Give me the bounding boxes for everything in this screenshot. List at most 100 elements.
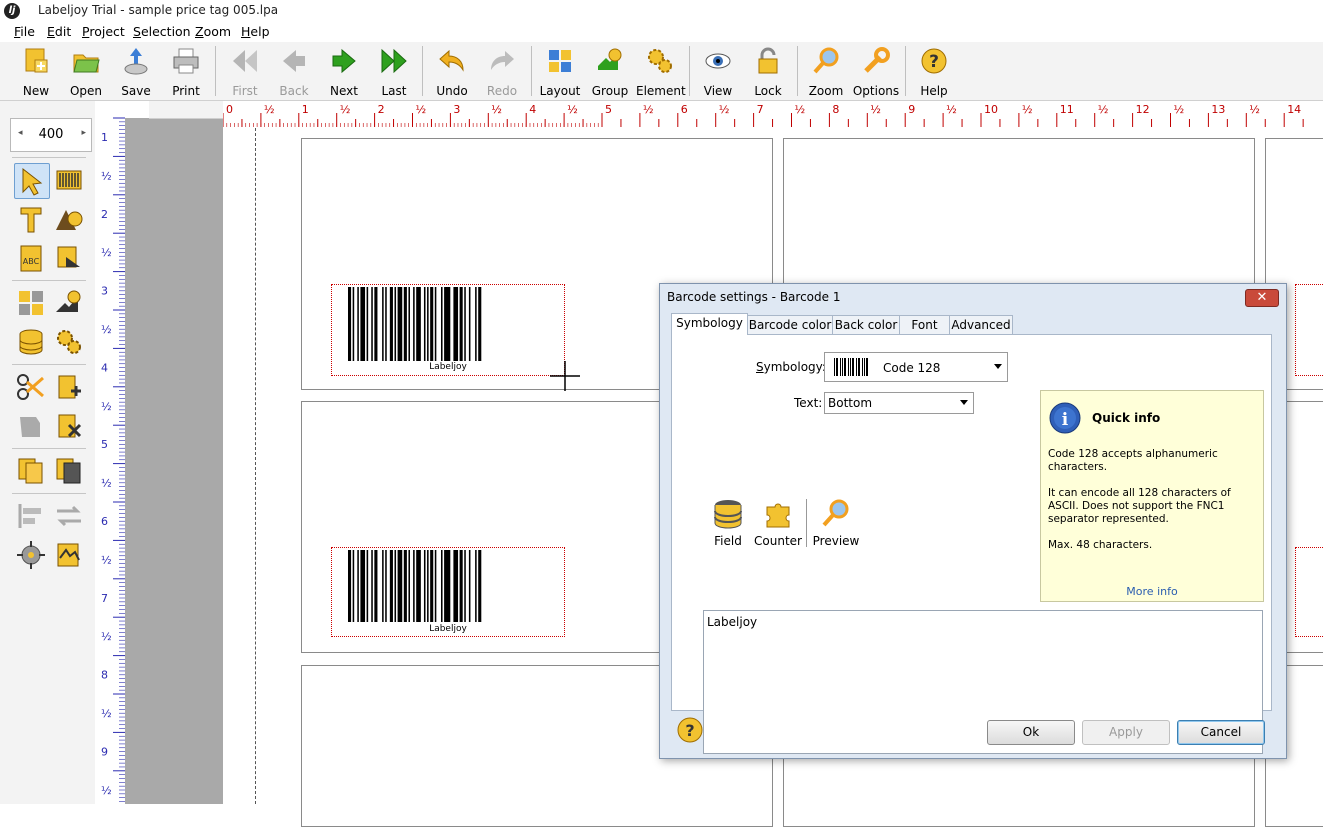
text-position-value: Bottom (828, 396, 873, 410)
barcode-bar (444, 550, 451, 622)
ruler-label: ½ (416, 103, 427, 116)
ruler-label: 5 (101, 438, 108, 451)
align-icon (18, 504, 41, 528)
send-back-tool[interactable] (52, 454, 86, 488)
open-button[interactable]: Open (62, 44, 110, 98)
tab-symbology[interactable]: Symbology (671, 313, 748, 335)
database-tool[interactable] (14, 325, 48, 359)
ok-button[interactable]: Ok (987, 720, 1075, 745)
barcode-text-value: Labeljoy (707, 615, 758, 629)
help-button[interactable]: ? Help (910, 44, 958, 98)
menu-file[interactable]: File (14, 24, 35, 39)
close-button[interactable]: ✕ (1245, 289, 1279, 307)
ruler-label: 7 (101, 592, 108, 605)
barcode-bar (468, 287, 471, 361)
paste-tool[interactable] (52, 370, 86, 404)
menu-zoom[interactable]: Zoom (195, 24, 231, 39)
next-button[interactable]: Next (320, 44, 368, 98)
layout-button[interactable]: Layout (536, 44, 584, 98)
save-button[interactable]: Save (112, 44, 160, 98)
group-icon (598, 48, 622, 70)
text-tool[interactable] (14, 202, 48, 236)
ruler-label: ½ (101, 707, 112, 720)
toolbar-separator (215, 46, 216, 96)
barcode-caption: Labeljoy (429, 362, 467, 372)
image-tool[interactable] (52, 241, 86, 275)
svg-text:?: ? (685, 721, 694, 740)
ruler-label: 5 (605, 103, 612, 116)
ruler-label: 14 (1287, 103, 1301, 116)
back-button[interactable]: Back (270, 44, 318, 98)
apply-button[interactable]: Apply (1082, 720, 1170, 745)
bring-to-front-icon (18, 458, 43, 484)
barcode-element-3[interactable] (1295, 284, 1323, 376)
barcode-element-4[interactable]: Labeljoy (331, 547, 565, 637)
tab-font[interactable]: Font (899, 315, 950, 335)
barcode-bar (416, 550, 421, 622)
menu-edit[interactable]: Edit (47, 24, 71, 39)
select-tool[interactable] (14, 163, 50, 199)
copy-icon (20, 417, 40, 437)
snap-tool[interactable] (52, 538, 86, 572)
tab-advanced[interactable]: Advanced (949, 315, 1013, 335)
print-button[interactable]: Print (162, 44, 210, 98)
cut-tool[interactable] (14, 370, 48, 404)
barcode-bar (478, 550, 482, 622)
menu-help[interactable]: Help (241, 24, 270, 39)
shape-tool[interactable] (52, 202, 86, 236)
lock-button[interactable]: Lock (744, 44, 792, 98)
zoom-increase-icon[interactable]: ▸ (81, 128, 86, 138)
field-button[interactable]: Field (704, 497, 752, 548)
element-settings-tool[interactable] (52, 325, 86, 359)
ruler-label: 9 (908, 103, 915, 116)
last-button[interactable]: Last (370, 44, 418, 98)
text-position-select[interactable]: Bottom (824, 392, 974, 414)
zoom-button[interactable]: Zoom (802, 44, 850, 98)
first-button[interactable]: First (221, 44, 269, 98)
align-tool[interactable] (14, 499, 48, 533)
bring-front-tool[interactable] (14, 454, 48, 488)
group-tool[interactable] (52, 286, 86, 320)
copy-tool[interactable] (14, 409, 48, 443)
quick-info-panel: i Quick info Code 128 accepts alphanumer… (1040, 390, 1264, 602)
ruler-label: ½ (567, 103, 578, 116)
group-icon (56, 290, 81, 312)
help-question-icon[interactable]: ? (676, 716, 704, 744)
barcode-bar (374, 550, 378, 622)
delete-icon (58, 414, 82, 438)
distribute-tool[interactable] (52, 499, 86, 533)
ruler-label: ½ (719, 103, 730, 116)
more-info-link[interactable]: More info (1041, 585, 1263, 598)
gears-icon (57, 330, 81, 354)
delete-tool[interactable] (52, 409, 86, 443)
view-button[interactable]: View (694, 44, 742, 98)
variable-text-tool[interactable]: ABC (14, 241, 48, 275)
cancel-button[interactable]: Cancel (1177, 720, 1265, 745)
barcode-tool[interactable] (52, 163, 86, 197)
group-button[interactable]: Group (586, 44, 634, 98)
menu-project[interactable]: Project (82, 24, 125, 39)
symbology-select[interactable]: Code 128 (824, 352, 1008, 382)
undo-button[interactable]: Undo (428, 44, 476, 98)
preview-button[interactable]: Preview (810, 497, 862, 548)
tab-back-color[interactable]: Back color (832, 315, 900, 335)
center-tool[interactable] (14, 538, 48, 572)
help-question-icon: ? (921, 48, 947, 74)
toolbar-separator (905, 46, 906, 96)
zoom-level-box[interactable]: ◂ 400 ▸ (10, 118, 92, 152)
layout-tool[interactable] (14, 286, 48, 320)
redo-button[interactable]: Redo (478, 44, 526, 98)
barcode-element-1[interactable]: Labeljoy (331, 284, 565, 376)
wrench-icon (864, 47, 890, 73)
tab-barcode-color[interactable]: Barcode color (747, 315, 833, 335)
barcode-element-6[interactable] (1295, 547, 1323, 637)
new-button[interactable]: New (12, 44, 60, 98)
ruler-label: ½ (870, 103, 881, 116)
menu-selection[interactable]: Selection (133, 24, 191, 39)
element-button[interactable]: Element (636, 44, 686, 98)
symbology-label: Symbology: (756, 360, 826, 374)
options-button[interactable]: Options (852, 44, 900, 98)
counter-button[interactable]: Counter (752, 497, 804, 548)
app-logo-icon: lj (4, 3, 20, 19)
barcode-bar (444, 287, 451, 361)
